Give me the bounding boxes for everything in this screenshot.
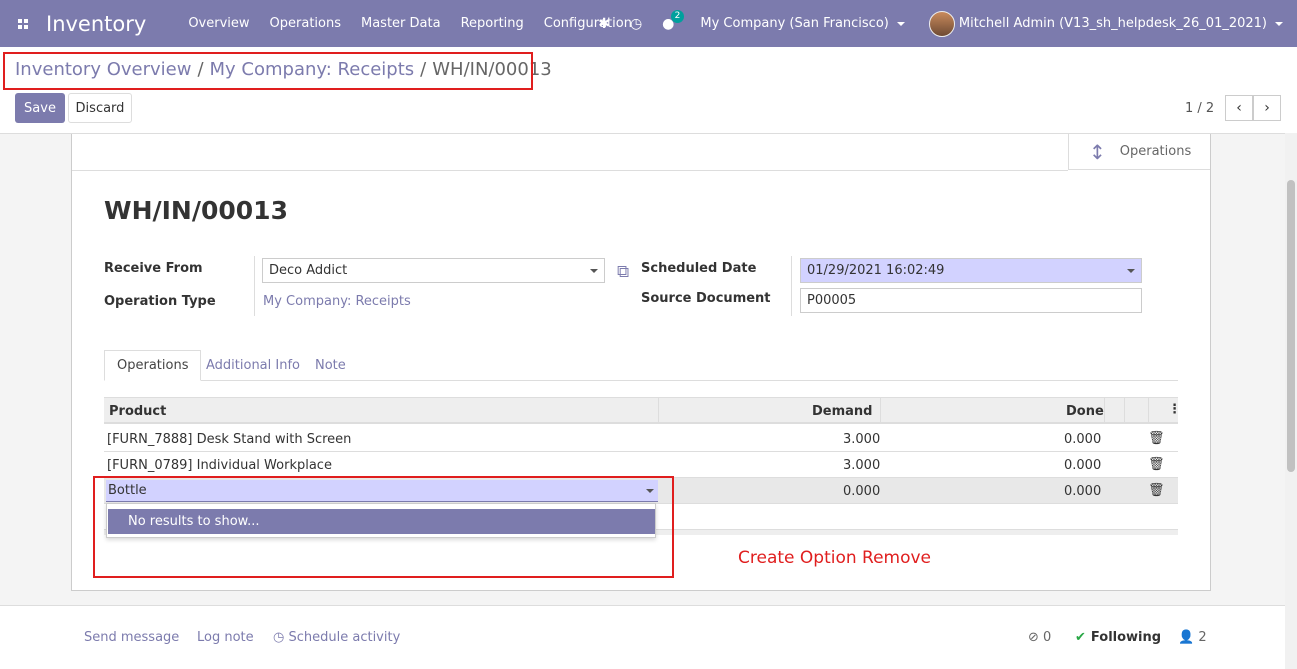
save-button[interactable]: Save	[15, 93, 65, 123]
column-demand[interactable]: Demand	[812, 404, 873, 419]
receive-from-value: Deco Addict	[269, 263, 348, 278]
pager-next-button[interactable]: ›	[1253, 95, 1281, 121]
annotation-box-dropdown	[93, 476, 674, 578]
row-demand: 3.000	[843, 432, 881, 447]
operation-type-label: Operation Type	[104, 294, 216, 309]
caret-down-icon	[1127, 269, 1135, 273]
clock-icon: ◷	[273, 630, 289, 645]
followers-count: 2	[1198, 630, 1207, 645]
check-icon: ✔	[1075, 630, 1086, 645]
source-document-input[interactable]: P00005	[800, 288, 1142, 313]
messages-badge: 2	[670, 9, 685, 23]
user-icon: 👤	[1178, 630, 1199, 645]
schedule-activity-button[interactable]: ◷ Schedule activity	[273, 630, 400, 645]
bug-icon[interactable]: ✱	[598, 16, 610, 32]
column-divider	[880, 398, 881, 423]
followers-button[interactable]: 👤 2	[1178, 630, 1207, 645]
scheduled-date-input[interactable]: 01/29/2021 16:02:49	[800, 258, 1142, 283]
avatar[interactable]	[928, 10, 955, 37]
following-label: Following	[1090, 630, 1162, 645]
pager-value[interactable]: 1 / 2	[1185, 101, 1214, 116]
receive-from-label: Receive From	[104, 261, 203, 276]
row-done[interactable]: 0.000	[1064, 484, 1101, 499]
caret-down-icon	[1275, 21, 1283, 26]
scrollbar-thumb[interactable]	[1287, 180, 1295, 472]
column-done[interactable]: Done	[1066, 404, 1104, 419]
caret-down-icon	[590, 269, 598, 273]
menu-overview[interactable]: Overview	[188, 16, 249, 31]
menu-operations[interactable]: Operations	[270, 16, 341, 31]
app-brand[interactable]: Inventory	[46, 12, 146, 36]
navbar-systray: ✱ ◷ ● 2 My Company (San Francisco) Mitche…	[598, 0, 1297, 47]
source-document-label: Source Document	[641, 291, 771, 306]
trash-icon[interactable]: 🗑	[1148, 431, 1165, 446]
company-switcher[interactable]: My Company (San Francisco)	[700, 16, 905, 31]
label-divider	[254, 256, 255, 316]
menu-reporting[interactable]: Reporting	[461, 16, 524, 31]
scheduled-date-value: 01/29/2021 16:02:49	[807, 263, 945, 278]
scheduled-date-label: Scheduled Date	[641, 261, 757, 276]
column-product[interactable]: Product	[109, 404, 166, 419]
caret-down-icon	[896, 21, 905, 26]
chatter-divider	[0, 605, 1285, 606]
attachments-button[interactable]: ⊘ 0	[1028, 630, 1051, 645]
row-demand[interactable]: 0.000	[843, 484, 880, 499]
row-done: 0.000	[1064, 432, 1102, 447]
user-menu[interactable]: Mitchell Admin (V13_sh_helpdesk_26_01_20…	[959, 16, 1283, 31]
log-note-button[interactable]: Log note	[197, 630, 254, 645]
schedule-activity-label: Schedule activity	[288, 630, 401, 645]
optional-columns-icon[interactable]: ⋮	[1168, 402, 1181, 417]
annotation-label: Create Option Remove	[738, 548, 932, 568]
operation-type-link[interactable]: My Company: Receipts	[263, 294, 411, 309]
table-row[interactable]: [FURN_0789] Individual Workplace 3.000 0…	[104, 452, 1178, 478]
arrows-v-icon: ↕	[1089, 139, 1106, 164]
trash-icon[interactable]: 🗑	[1148, 457, 1165, 472]
row-done: 0.000	[1064, 458, 1102, 473]
operations-smart-button-label: Operations	[1119, 144, 1192, 159]
button-box-divider	[72, 170, 1068, 171]
row-product: [FURN_7888] Desk Stand with Screen	[107, 432, 352, 447]
external-link-icon[interactable]: ⧉	[617, 262, 629, 282]
label-divider	[791, 256, 792, 316]
send-message-button[interactable]: Send message	[84, 630, 179, 645]
following-button[interactable]: ✔ Following	[1075, 630, 1161, 645]
paperclip-icon: ⊘	[1028, 630, 1044, 645]
attachments-count: 0	[1043, 630, 1052, 645]
menu-master-data[interactable]: Master Data	[361, 16, 441, 31]
record-title: WH/IN/00013	[104, 196, 288, 225]
column-divider	[1124, 398, 1125, 423]
top-navbar: Inventory Overview Operations Master Dat…	[0, 0, 1297, 47]
user-name: Mitchell Admin (V13_sh_helpdesk_26_01_20…	[958, 16, 1267, 31]
chat-icon[interactable]: ● 2	[662, 9, 685, 32]
tab-additional-info[interactable]: Additional Info	[194, 350, 312, 381]
tab-operations[interactable]: Operations	[104, 350, 202, 381]
operations-smart-button[interactable]: ↕ Operations	[1068, 134, 1210, 170]
clock-icon[interactable]: ◷	[630, 16, 642, 32]
column-divider	[1148, 398, 1149, 423]
discard-button[interactable]: Discard	[68, 93, 132, 123]
row-product: [FURN_0789] Individual Workplace	[107, 458, 332, 473]
source-document-value: P00005	[807, 293, 857, 308]
table-row[interactable]: [FURN_7888] Desk Stand with Screen 3.000…	[104, 426, 1178, 452]
table-header: Product Demand Done ⋮	[104, 397, 1181, 424]
receive-from-select[interactable]: Deco Addict	[262, 258, 605, 283]
column-divider	[658, 398, 659, 423]
company-name: My Company (San Francisco)	[700, 16, 889, 31]
pager-previous-button[interactable]: ‹	[1225, 95, 1253, 121]
row-demand: 3.000	[843, 458, 881, 473]
tab-note[interactable]: Note	[303, 350, 358, 381]
annotation-box-breadcrumb	[3, 52, 533, 90]
apps-menu-icon[interactable]	[0, 0, 46, 47]
trash-icon[interactable]: 🗑	[1148, 483, 1165, 498]
column-divider	[1104, 398, 1105, 423]
